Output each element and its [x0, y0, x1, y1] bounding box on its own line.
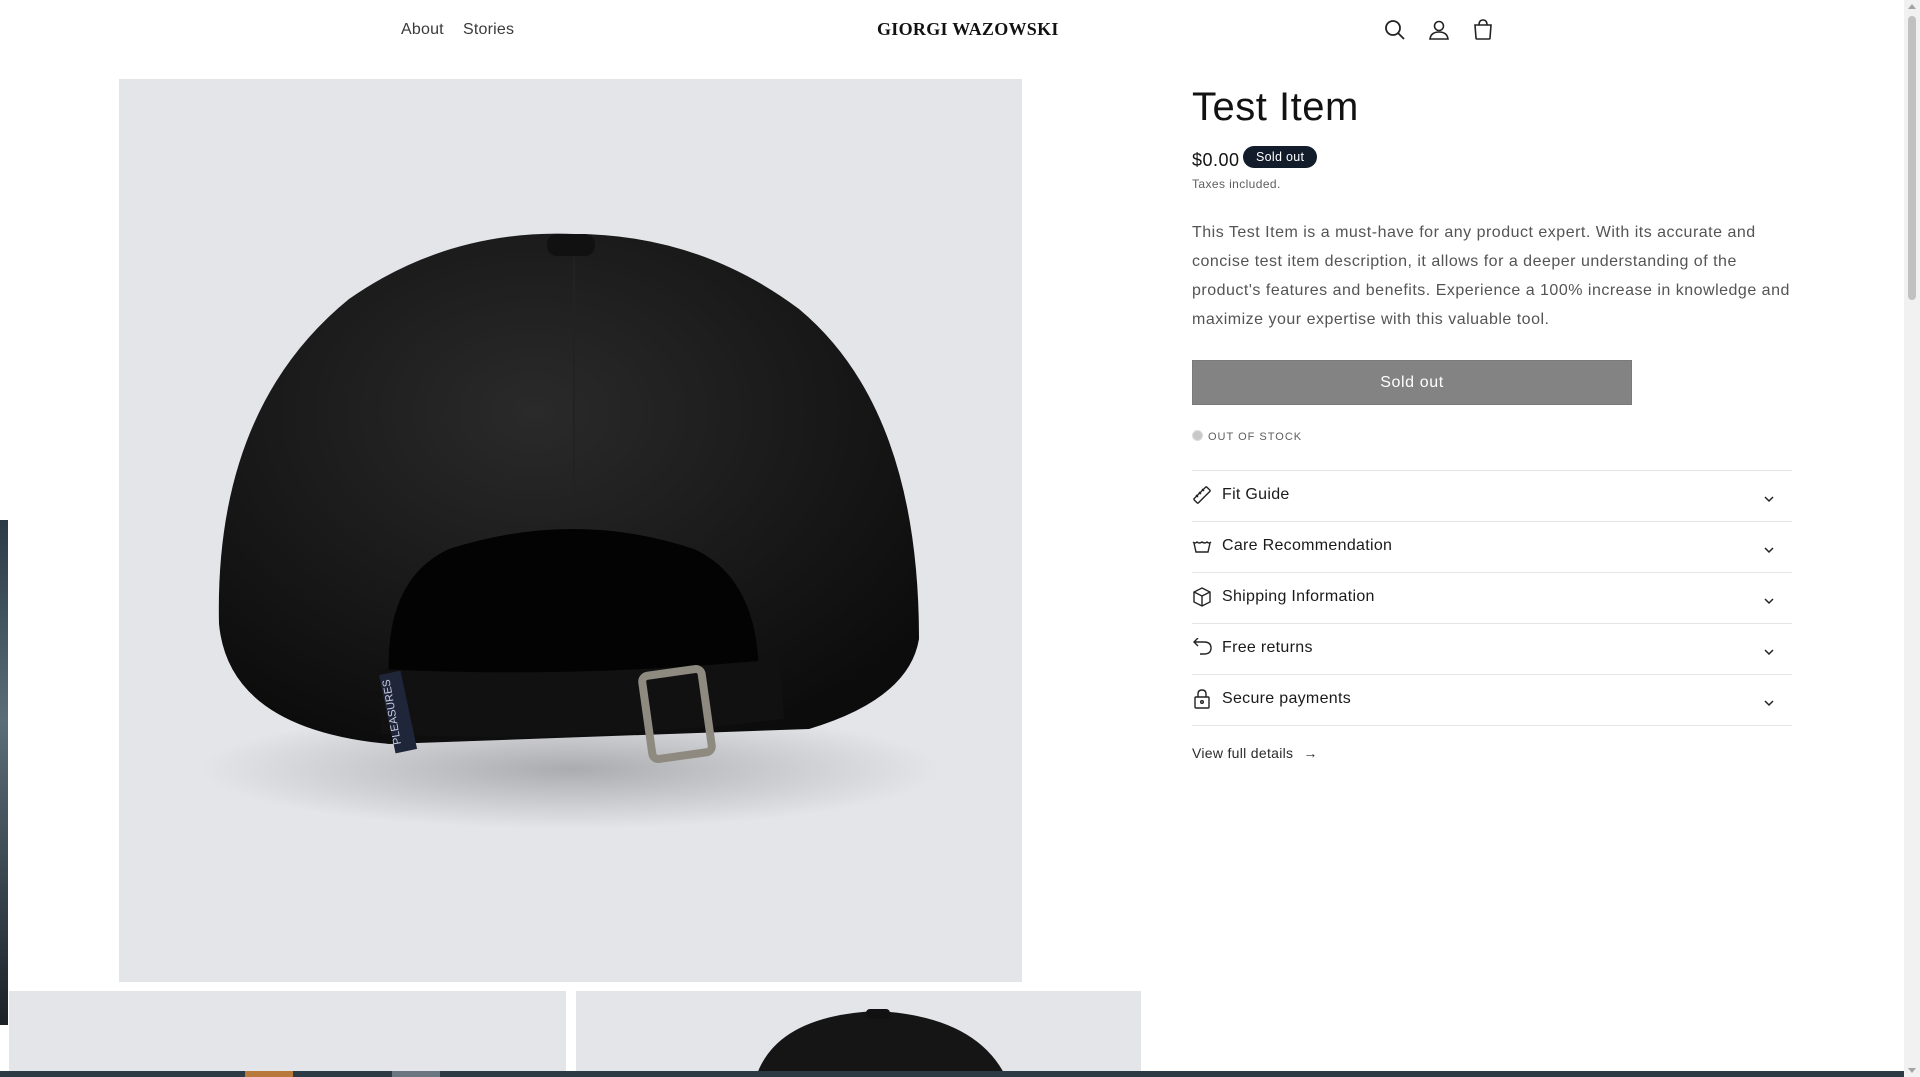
washing-icon — [1192, 536, 1212, 556]
site-header: About Stories GIORGI WAZOWSKI — [0, 0, 1904, 62]
lock-icon — [1192, 689, 1212, 709]
accordion-label: Free returns — [1222, 639, 1313, 656]
sold-out-badge: Sold out — [1243, 146, 1318, 168]
bottom-strip — [0, 1071, 1904, 1077]
product-thumbnail[interactable] — [9, 991, 566, 1077]
side-panel-edge — [0, 520, 8, 1025]
sold-out-button[interactable]: Sold out — [1192, 360, 1632, 405]
accordion-fit-guide[interactable]: Fit Guide — [1192, 471, 1792, 522]
taxes-note: Taxes included. — [1192, 177, 1281, 191]
chevron-down-icon — [1764, 542, 1774, 554]
ruler-icon — [1192, 485, 1212, 505]
stock-status: OUT OF STOCK — [1192, 430, 1302, 443]
box-icon — [1192, 587, 1212, 607]
accordion-label: Fit Guide — [1222, 486, 1290, 503]
accordion-care-recommendation[interactable]: Care Recommendation — [1192, 522, 1792, 573]
chevron-down-icon — [1764, 593, 1774, 605]
accordion-shipping-information[interactable]: Shipping Information — [1192, 573, 1792, 624]
stock-status-label: OUT OF STOCK — [1208, 431, 1303, 443]
arrow-right-icon: → — [1303, 745, 1318, 761]
nav-link-about[interactable]: About — [401, 21, 444, 39]
accordion-free-returns[interactable]: Free returns — [1192, 624, 1792, 675]
chevron-down-icon — [1764, 695, 1774, 707]
view-full-details-link[interactable]: View full details → — [1192, 745, 1318, 761]
page-scrollbar[interactable] — [1904, 0, 1920, 1077]
product-thumbnail[interactable] — [576, 991, 1141, 1077]
cap-back-image: PLEASURES — [200, 233, 940, 829]
search-icon[interactable] — [1381, 16, 1409, 44]
cart-icon[interactable] — [1469, 16, 1497, 44]
product-accordion: Fit Guide Care Recommendation Shipping I… — [1192, 470, 1792, 726]
stock-status-dot — [1192, 430, 1203, 441]
product-price: $0.00 — [1192, 150, 1240, 170]
product-title: Test Item — [1192, 85, 1359, 129]
scrollbar-thumb[interactable] — [1908, 16, 1916, 300]
scroll-down-arrow-icon[interactable] — [1908, 1068, 1916, 1073]
accordion-label: Shipping Information — [1222, 588, 1375, 605]
strip-segment — [245, 1071, 293, 1077]
view-full-details-label: View full details — [1192, 745, 1294, 761]
accordion-label: Secure payments — [1222, 690, 1352, 707]
chevron-down-icon — [1764, 644, 1774, 656]
scroll-up-arrow-icon[interactable] — [1908, 4, 1916, 9]
accordion-label: Care Recommendation — [1222, 537, 1393, 554]
product-main-image[interactable]: PLEASURES — [119, 79, 1022, 982]
store-logo[interactable]: GIORGI WAZOWSKI — [877, 19, 1059, 40]
accordion-secure-payments[interactable]: Secure payments — [1192, 675, 1792, 726]
cap-front-image — [756, 1009, 1006, 1077]
product-description: This Test Item is a must-have for any pr… — [1192, 224, 1790, 328]
return-arrow-icon — [1192, 637, 1212, 658]
account-icon[interactable] — [1425, 16, 1453, 44]
strip-segment — [392, 1071, 440, 1077]
chevron-down-icon — [1764, 491, 1774, 503]
nav-link-stories[interactable]: Stories — [463, 21, 514, 39]
